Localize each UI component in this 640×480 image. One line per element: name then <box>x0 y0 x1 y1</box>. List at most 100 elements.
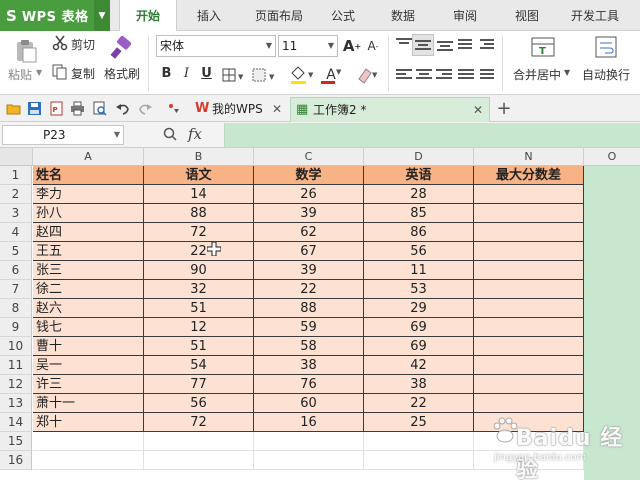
header-cell-n[interactable]: 最大分数差 <box>474 166 584 185</box>
bold-button[interactable]: B <box>158 64 175 84</box>
data-cell-a[interactable]: 吴一 <box>33 356 144 375</box>
data-cell-c[interactable]: 60 <box>254 394 364 413</box>
data-cell-a[interactable]: 许三 <box>33 375 144 394</box>
data-cell-n[interactable] <box>474 204 584 223</box>
data-cell-b[interactable]: 22 <box>144 242 254 261</box>
tab-insert[interactable]: 插入 <box>186 0 232 31</box>
data-cell-a[interactable]: 赵四 <box>33 223 144 242</box>
align-bottom-icon[interactable] <box>437 41 453 55</box>
row-header[interactable]: 9 <box>0 318 32 337</box>
column-header-o[interactable]: O <box>584 148 640 166</box>
column-header-n[interactable]: N <box>474 148 584 166</box>
data-cell-d[interactable]: 28 <box>364 185 474 204</box>
font-size-select[interactable]: 11 ▼ <box>278 35 338 57</box>
italic-button[interactable]: I <box>178 64 195 84</box>
tab-view[interactable]: 视图 <box>506 0 548 31</box>
data-cell-b[interactable]: 51 <box>144 337 254 356</box>
data-cell-d[interactable]: 69 <box>364 337 474 356</box>
empty-cell[interactable] <box>364 432 474 451</box>
fill-pattern-icon[interactable]: ▼ <box>252 67 278 83</box>
data-cell-a[interactable]: 曹十 <box>33 337 144 356</box>
tab-review[interactable]: 审阅 <box>444 0 486 31</box>
name-box[interactable]: P23 ▼ <box>2 125 124 145</box>
justify-icon[interactable] <box>458 69 474 83</box>
data-cell-c[interactable]: 67 <box>254 242 364 261</box>
folder-open-icon[interactable] <box>6 101 21 116</box>
data-cell-a[interactable]: 王五 <box>33 242 144 261</box>
cut-button[interactable]: 剪切 <box>71 36 95 53</box>
data-cell-n[interactable] <box>474 375 584 394</box>
print-icon[interactable] <box>70 101 85 116</box>
data-cell-b[interactable]: 14 <box>144 185 254 204</box>
data-cell-c[interactable]: 62 <box>254 223 364 242</box>
undo-icon[interactable] <box>115 101 130 116</box>
data-cell-c[interactable]: 39 <box>254 204 364 223</box>
align-left-icon[interactable] <box>396 69 412 83</box>
insert-function-button[interactable]: fx <box>188 125 202 143</box>
column-header-a[interactable]: A <box>33 148 144 166</box>
row-header[interactable]: 5 <box>0 242 32 261</box>
customize-toolbar-icon[interactable] <box>166 101 181 116</box>
data-cell-n[interactable] <box>474 261 584 280</box>
data-cell-a[interactable]: 赵六 <box>33 299 144 318</box>
borders-icon[interactable]: ▼ <box>222 67 246 83</box>
data-cell-n[interactable] <box>474 280 584 299</box>
data-cell-n[interactable] <box>474 337 584 356</box>
row-header[interactable]: 6 <box>0 261 32 280</box>
font-color-button[interactable]: A ▼ <box>318 65 344 85</box>
data-cell-b[interactable]: 90 <box>144 261 254 280</box>
clear-format-icon[interactable]: ▼ <box>356 65 380 85</box>
row-header[interactable]: 13 <box>0 394 32 413</box>
font-name-select[interactable]: 宋体 ▼ <box>156 35 276 57</box>
data-cell-a[interactable]: 徐二 <box>33 280 144 299</box>
align-middle-icon[interactable] <box>412 34 434 56</box>
empty-cell[interactable] <box>33 432 144 451</box>
close-icon[interactable]: ✕ <box>272 97 282 121</box>
align-top-icon[interactable] <box>396 38 412 52</box>
orientation-icon[interactable] <box>458 39 474 53</box>
data-cell-n[interactable] <box>474 223 584 242</box>
wrap-text-button[interactable]: 自动换行 <box>582 66 630 83</box>
new-tab-icon[interactable]: + <box>494 98 514 119</box>
app-menu-dropdown-icon[interactable]: ▼ <box>94 0 110 31</box>
data-cell-c[interactable]: 58 <box>254 337 364 356</box>
format-painter-button[interactable]: 格式刷 <box>104 65 140 82</box>
data-cell-d[interactable]: 42 <box>364 356 474 375</box>
header-cell-a[interactable]: 姓名 <box>33 166 144 185</box>
tab-data[interactable]: 数据 <box>382 0 424 31</box>
data-cell-b[interactable]: 12 <box>144 318 254 337</box>
data-cell-b[interactable]: 54 <box>144 356 254 375</box>
zoom-search-icon[interactable] <box>163 127 177 145</box>
paste-button[interactable]: 粘贴 <box>8 66 32 83</box>
data-cell-c[interactable]: 39 <box>254 261 364 280</box>
data-cell-c[interactable]: 38 <box>254 356 364 375</box>
empty-cell[interactable] <box>144 451 254 470</box>
data-cell-c[interactable]: 88 <box>254 299 364 318</box>
data-cell-d[interactable]: 53 <box>364 280 474 299</box>
row-header[interactable]: 12 <box>0 375 32 394</box>
tab-formulas[interactable]: 公式 <box>322 0 364 31</box>
data-cell-c[interactable]: 16 <box>254 413 364 432</box>
grow-font-button[interactable]: A + <box>343 37 361 55</box>
data-cell-b[interactable]: 56 <box>144 394 254 413</box>
redo-icon[interactable] <box>138 101 153 116</box>
data-cell-c[interactable]: 26 <box>254 185 364 204</box>
tab-page-layout[interactable]: 页面布局 <box>244 0 314 31</box>
merge-center-button[interactable]: 合并居中 <box>513 66 561 83</box>
align-center-icon[interactable] <box>416 69 432 83</box>
close-icon[interactable]: ✕ <box>473 98 483 122</box>
empty-cell[interactable] <box>254 451 364 470</box>
data-cell-a[interactable]: 萧十一 <box>33 394 144 413</box>
data-cell-b[interactable]: 32 <box>144 280 254 299</box>
data-cell-c[interactable]: 22 <box>254 280 364 299</box>
data-cell-n[interactable] <box>474 185 584 204</box>
row-header[interactable]: 4 <box>0 223 32 242</box>
tab-my-wps[interactable]: W 我的WPS ✕ <box>190 97 288 122</box>
distributed-icon[interactable] <box>480 69 496 83</box>
print-preview-icon[interactable] <box>92 101 107 116</box>
data-cell-b[interactable]: 77 <box>144 375 254 394</box>
row-header[interactable]: 14 <box>0 413 32 432</box>
empty-cell[interactable] <box>144 432 254 451</box>
data-cell-a[interactable]: 张三 <box>33 261 144 280</box>
save-icon[interactable] <box>27 101 42 116</box>
